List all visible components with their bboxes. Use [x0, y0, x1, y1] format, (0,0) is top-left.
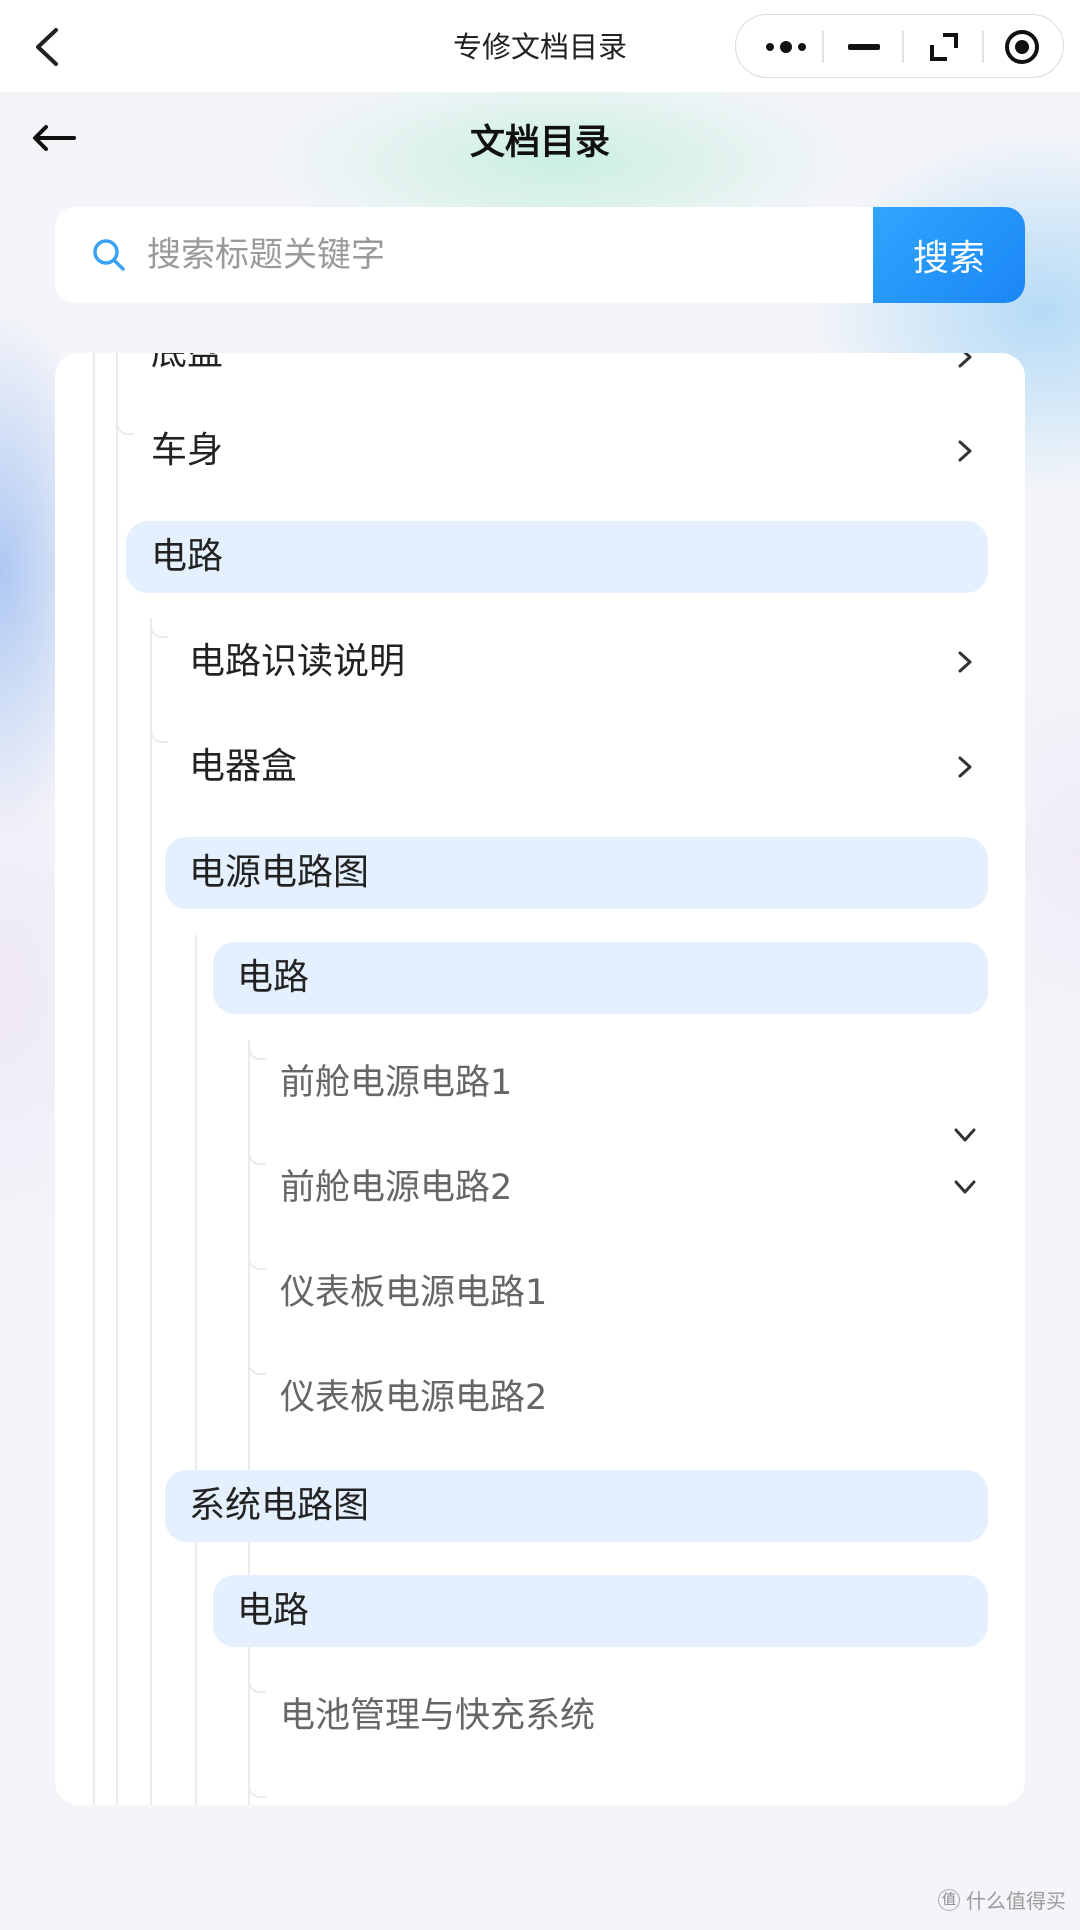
close-target-icon[interactable] — [992, 25, 1052, 69]
capsule-menu — [735, 14, 1064, 78]
tree-elbow — [248, 1040, 266, 1060]
capsule-divider — [822, 31, 824, 63]
search-button[interactable]: 搜索 — [873, 207, 1025, 303]
leaf-item[interactable]: 仪表板电源电路1 — [280, 1271, 547, 1315]
minimize-icon[interactable] — [834, 25, 894, 69]
tree-line — [150, 618, 152, 1805]
tree-elbow — [150, 723, 168, 743]
watermark: 值 什么值得买 — [938, 1885, 1066, 1914]
leaf-item[interactable]: 电池管理与快充系统 — [280, 1694, 595, 1738]
tree-item-circuit[interactable]: 电路 — [151, 535, 223, 579]
tree-elbow — [248, 1673, 266, 1693]
tree-elbow — [248, 1778, 266, 1798]
chevron-right-icon[interactable] — [953, 650, 977, 674]
tree-item-circuit-reading[interactable]: 电路识读说明 — [189, 640, 405, 684]
tree-item-power-diagram[interactable]: 电源电路图 — [189, 851, 369, 895]
chevron-right-icon[interactable] — [953, 439, 977, 463]
tree-item-power-circuit-group[interactable]: 电路 — [237, 956, 309, 1000]
search-icon — [91, 237, 127, 273]
tree-item-body[interactable]: 车身 — [151, 429, 223, 473]
tree-item-partial[interactable]: 底盘 — [151, 353, 223, 375]
document-tree: 底盘 车身 电路 电路识读说明 电器盒 电源电路图 电路 前舱电源电路1 前舱电… — [55, 353, 1025, 1805]
chevron-right-icon[interactable] — [953, 353, 977, 369]
more-icon[interactable] — [756, 25, 816, 69]
tree-item-system-circuit-group[interactable]: 电路 — [237, 1589, 309, 1633]
tree-elbow — [248, 1145, 266, 1165]
search-bar: 搜索 — [55, 207, 1025, 303]
leaf-item[interactable]: 前舱电源电路2 — [280, 1166, 512, 1210]
tree-elbow — [248, 1355, 266, 1375]
tree-line — [93, 353, 95, 1805]
tree-elbow — [116, 415, 134, 435]
page-title: 文档目录 — [469, 123, 610, 163]
top-bar: 专修文档目录 — [0, 0, 1080, 92]
tree-line — [195, 1568, 197, 1805]
leaf-item[interactable]: 前舱电源电路1 — [280, 1061, 512, 1105]
watermark-logo-icon: 值 — [938, 1888, 960, 1911]
chevron-down-icon[interactable] — [953, 1175, 977, 1199]
leaf-item[interactable]: 仪表板电源电路2 — [280, 1376, 547, 1420]
tree-item-highlight[interactable] — [213, 1575, 988, 1647]
capsule-divider — [902, 31, 904, 63]
tree-line — [116, 353, 118, 1805]
capsule-divider — [982, 31, 984, 63]
tree-item-fuse-box[interactable]: 电器盒 — [189, 745, 297, 789]
chevron-down-icon[interactable] — [953, 1123, 977, 1147]
watermark-text: 什么值得买 — [966, 1889, 1066, 1913]
tree-item-system-diagram[interactable]: 系统电路图 — [189, 1484, 369, 1528]
chevron-right-icon[interactable] — [953, 755, 977, 779]
tree-elbow — [248, 1250, 266, 1270]
tree-item-highlight[interactable] — [213, 942, 988, 1014]
tree-elbow — [150, 618, 168, 638]
float-window-icon[interactable] — [914, 25, 974, 69]
search-input[interactable] — [137, 207, 907, 303]
tree-item-highlight[interactable] — [126, 521, 988, 593]
